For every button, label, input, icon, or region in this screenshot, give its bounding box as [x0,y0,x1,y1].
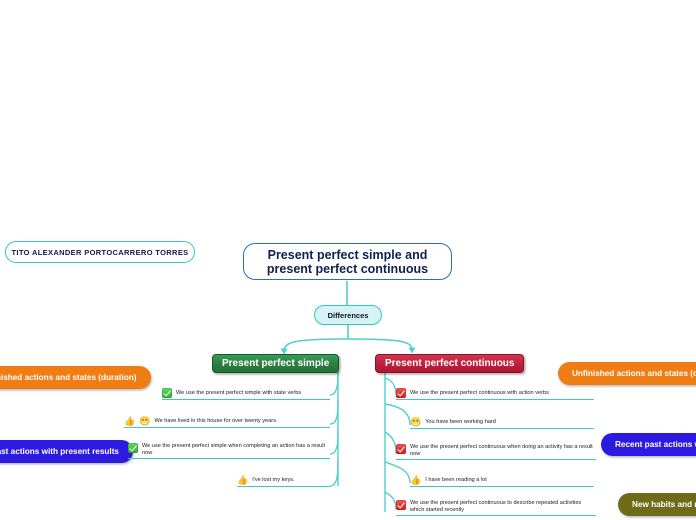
branch-label: Present perfect simple [222,358,330,369]
thumbs-up-icon: 👍 [410,475,422,485]
grinning-face-icon: 😁 [139,416,151,426]
leaf-node[interactable]: We use the present perfect continuous to… [396,500,596,516]
category-pill-unfinished-actions-right[interactable]: Unfinished actions and states (duration) [558,362,696,385]
category-pill-new-habits-right[interactable]: New habits and repeated activities [618,493,696,516]
leaf-text: We have lived in this house for over twe… [154,418,278,424]
category-label: Unfinished actions and states (duration) [0,373,137,382]
grinning-face-icon: 😁 [410,417,422,427]
leaf-node[interactable]: We use the present perfect continuous wh… [396,444,596,460]
leaf-text: We use the present perfect continuous to… [410,500,582,513]
leaf-node[interactable]: We use the present perfect continuous wi… [396,388,594,400]
differences-hub-node[interactable]: Differences [314,305,382,325]
mindmap-canvas: TITO ALEXANDER PORTOCARRERO TORRES Prese… [0,0,696,520]
category-label: New habits and repeated activities [632,500,696,509]
leaf-text: We use the present perfect simple with s… [176,389,302,396]
category-pill-recent-past-actions-right[interactable]: Recent past actions with present results [601,433,696,456]
leaf-text: I have been reading a lot [425,477,487,483]
category-pill-unfinished-actions-left[interactable]: Unfinished actions and states (duration) [0,366,151,389]
leaf-node[interactable]: We use the present perfect simple with s… [162,388,330,400]
leaf-node[interactable]: 👍 😁 We have lived in this house for over… [124,417,330,428]
thumbs-up-icon: 👍 [124,416,136,426]
differences-label: Differences [327,310,369,320]
leaf-text: We use the present perfect continuous wh… [410,444,593,457]
leaf-node[interactable]: 😁 You have been working hard [410,418,594,429]
branch-header-present-perfect-continuous[interactable]: Present perfect continuous [375,354,525,373]
leaf-text: We use the present perfect continuous wi… [410,389,549,396]
root-title: Present perfect simple and present perfe… [266,247,429,276]
thumbs-up-icon: 👍 [237,475,249,485]
root-node[interactable]: Present perfect simple and present perfe… [243,243,452,280]
leaf-text: You have been working hard [425,419,496,425]
category-label: Recent past actions with present results [615,440,696,449]
red-check-icon [396,500,406,510]
branch-header-present-perfect-simple[interactable]: Present perfect simple [212,354,340,373]
branch-label: Present perfect continuous [385,358,515,369]
category-pill-recent-past-actions-left[interactable]: Recent past actions with present results [0,440,133,463]
red-check-icon [396,388,406,398]
red-check-icon [396,444,406,454]
leaf-node[interactable]: We use the present perfect simple when c… [128,443,330,459]
leaf-node[interactable]: 👍 I've lost my keys. [237,476,330,487]
leaf-node[interactable]: 👍 I have been reading a lot [410,476,594,487]
category-label: Recent past actions with present results [0,447,119,456]
category-label: Unfinished actions and states (duration) [572,369,696,378]
green-check-icon [162,388,172,398]
leaf-text: I've lost my keys. [252,477,295,483]
author-name: TITO ALEXANDER PORTOCARRERO TORRES [11,247,189,257]
leaf-text: We use the present perfect simple when c… [142,443,326,456]
author-pill: TITO ALEXANDER PORTOCARRERO TORRES [5,241,195,263]
green-check-icon [128,443,138,453]
